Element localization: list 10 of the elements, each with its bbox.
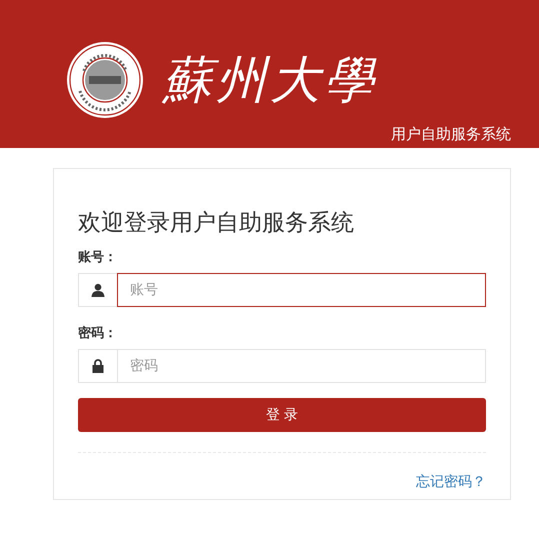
login-title: 欢迎登录用户自助服务系统 bbox=[78, 209, 355, 238]
lock-icon bbox=[91, 359, 105, 373]
field-label: 密码： bbox=[78, 324, 118, 342]
field-label: 账号： bbox=[78, 249, 118, 266]
user-icon bbox=[91, 283, 105, 297]
system-subtitle: 用户自助服务系统 bbox=[391, 125, 511, 144]
input-field[interactable]: 账号 bbox=[117, 273, 486, 307]
university-wordmark: 蘇州大學 bbox=[162, 55, 378, 105]
forgot-password-link[interactable]: 忘记密码？ bbox=[416, 473, 486, 491]
login-button[interactable]: 登 录 bbox=[78, 398, 486, 432]
